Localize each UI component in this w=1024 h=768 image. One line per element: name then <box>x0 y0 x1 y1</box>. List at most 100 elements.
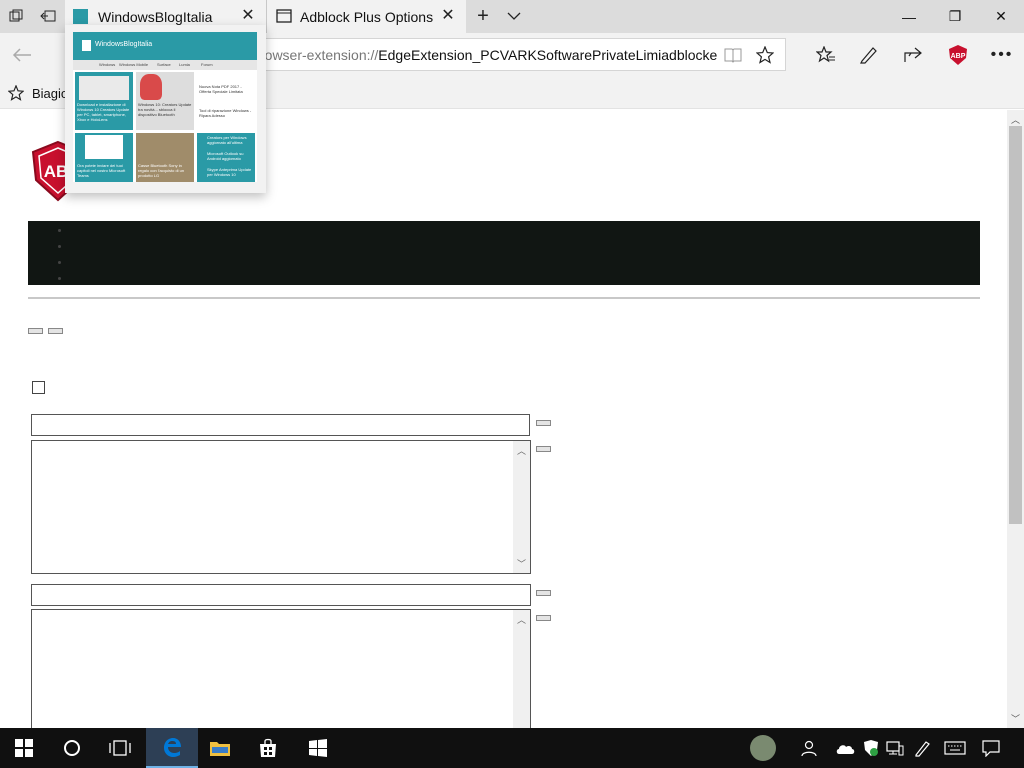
web-note-pen-icon[interactable] <box>858 44 880 66</box>
task-view-icon[interactable] <box>96 728 144 768</box>
restore-button[interactable]: ❐ <box>932 0 978 33</box>
preview-site-header: WindowsBlogItalia <box>73 32 257 60</box>
whitelist-input[interactable] <box>31 584 531 606</box>
tabs-aside-icon[interactable] <box>5 6 27 26</box>
remove-filter-button[interactable] <box>536 446 551 452</box>
close-tab-icon[interactable]: ✕ <box>240 8 256 24</box>
share-icon[interactable] <box>902 44 924 66</box>
preview-card-image <box>85 135 123 159</box>
touch-keyboard-icon[interactable] <box>944 738 966 758</box>
network-icon[interactable] <box>885 738 905 758</box>
add-whitelist-button[interactable] <box>536 590 551 596</box>
windows-ink-pen-icon[interactable] <box>913 738 933 758</box>
preview-menu: Windows Windows Mobile Surface Lumia For… <box>73 60 257 70</box>
scroll-thumb[interactable] <box>1009 126 1022 524</box>
preview-card: Creators per Windows aggiornato all'ulti… <box>197 133 255 182</box>
svg-text:ABP: ABP <box>951 53 966 60</box>
back-arrow-icon[interactable] <box>11 44 33 66</box>
preview-card: Download e installazione di Windows 10 C… <box>75 72 133 130</box>
set-tabs-aside-icon[interactable] <box>37 6 59 26</box>
windowsblogitalia-favicon <box>73 9 88 24</box>
remove-whitelist-button[interactable] <box>536 615 551 621</box>
scroll-down-icon[interactable]: ﹀ <box>517 557 526 570</box>
preview-card-text: Nuova Nota PDF 2017 - Offerta Speciale L… <box>199 84 243 94</box>
filter-input[interactable] <box>31 414 530 436</box>
page-content: AB ︿ ﹀ ︿ <box>0 110 1007 728</box>
more-options-icon[interactable]: ••• <box>991 44 1013 66</box>
favorite-star-small-icon <box>5 82 27 104</box>
tab-adblock-plus-options[interactable]: Adblock Plus Options ✕ <box>266 0 466 33</box>
action-center-icon[interactable] <box>981 738 1001 758</box>
scroll-up-icon[interactable]: ︿ <box>517 613 526 626</box>
edge-icon[interactable] <box>146 728 198 768</box>
store-icon[interactable] <box>244 728 292 768</box>
preview-card-text: Creators per Windows aggiornato all'ulti… <box>207 135 247 145</box>
address-scheme: rowser-extension:// <box>260 47 379 63</box>
textarea-scrollbar[interactable]: ︿ ﹀ <box>513 441 530 573</box>
option-checkbox[interactable] <box>32 381 45 394</box>
tab-title: WindowsBlogItalia <box>98 9 213 25</box>
preview-menu-item: Windows <box>99 62 116 67</box>
scroll-down-icon[interactable]: ﹀ <box>1011 712 1020 725</box>
onedrive-cloud-icon[interactable] <box>835 738 855 758</box>
windows-logo-icon[interactable] <box>294 728 342 768</box>
nav-list-bullet[interactable] <box>58 229 61 232</box>
tab-preview-thumbnail: WindowsBlogItalia Windows Windows Mobile… <box>73 32 257 182</box>
preview-card: Windows 10: Creators Update tra novità..… <box>136 72 194 130</box>
tab-title: Adblock Plus Options <box>300 9 434 25</box>
preview-card: Ora potete inviare dei tuoi capitoli nel… <box>75 133 133 182</box>
add-filter-button[interactable] <box>536 420 551 426</box>
preview-menu-item: Windows Mobile <box>119 62 149 67</box>
address-bar[interactable]: rowser-extension://EdgeExtension_PCVARKS… <box>256 38 786 71</box>
close-tab-icon[interactable]: ✕ <box>440 8 456 24</box>
preview-card: Nuova Nota PDF 2017 - Offerta Speciale L… <box>197 72 255 130</box>
preview-menu-item: Forum <box>201 62 213 67</box>
tab-preview-flyout[interactable]: WindowsBlogItalia Windows Windows Mobile… <box>65 25 266 193</box>
nav-list-bullet[interactable] <box>58 261 61 264</box>
site-logo-icon <box>82 40 91 51</box>
favorites-hub-icon[interactable] <box>815 44 837 66</box>
preview-card-text: Ora potete inviare dei tuoi capitoli nel… <box>77 163 126 178</box>
favorite-star-icon[interactable] <box>754 44 776 66</box>
preview-card-text: Microsoft Outlook su Android aggiornato <box>207 151 244 161</box>
preview-card-text: Download e installazione di Windows 10 C… <box>77 102 130 122</box>
adblock-extension-icon[interactable]: ABP <box>947 44 969 66</box>
favorite-item[interactable]: Biagio <box>32 86 68 101</box>
filter-list-textarea[interactable]: ︿ ﹀ <box>31 440 531 574</box>
preview-menu-item: Surface <box>157 62 171 67</box>
windows-taskbar <box>0 728 1024 768</box>
preview-card-text: Tool di riparazione Windows - Ripara Ade… <box>199 108 252 118</box>
page-scrollbar[interactable]: ︿ ﹀ <box>1007 110 1024 728</box>
new-tab-icon[interactable]: + <box>472 5 494 27</box>
preview-site-title: WindowsBlogItalia <box>95 41 153 48</box>
address-path: EdgeExtension_PCVARKSoftwarePrivateLimia… <box>378 47 718 63</box>
nav-list-bullet[interactable] <box>58 245 61 248</box>
windows-defender-icon[interactable] <box>861 738 881 758</box>
close-window-button[interactable]: ✕ <box>978 0 1024 33</box>
scroll-up-icon[interactable]: ︿ <box>517 444 526 457</box>
minimize-button[interactable]: — <box>886 0 932 33</box>
cortana-icon[interactable] <box>48 728 96 768</box>
options-nav-bar <box>28 221 980 285</box>
preview-card-text: Windows 10: Creators Update tra novità..… <box>138 102 192 117</box>
scroll-up-icon[interactable]: ︿ <box>1011 113 1020 126</box>
preview-card-text: Skype Anteprima Update per Windows 10 <box>207 167 252 177</box>
nav-list-bullet[interactable] <box>58 277 61 280</box>
preview-card-image <box>79 76 129 100</box>
preview-card-text: Casse Bluetooth Sony in regalo con l'acq… <box>138 163 185 178</box>
user-avatar[interactable] <box>750 735 776 761</box>
preview-card-image <box>140 74 162 100</box>
file-explorer-icon[interactable] <box>196 728 244 768</box>
address-text[interactable]: rowser-extension://EdgeExtension_PCVARKS… <box>260 47 718 63</box>
reading-view-icon[interactable] <box>722 44 744 66</box>
whitelist-textarea[interactable]: ︿ <box>31 609 531 728</box>
empty-button[interactable] <box>48 328 63 334</box>
preview-menu-item: Lumia <box>179 62 190 67</box>
windows-start-icon[interactable] <box>0 728 48 768</box>
people-icon[interactable] <box>800 738 820 758</box>
empty-button[interactable] <box>28 328 43 334</box>
preview-card: Casse Bluetooth Sony in regalo con l'acq… <box>136 133 194 182</box>
page-icon <box>276 9 292 26</box>
tab-list-chevron-icon[interactable] <box>503 6 525 26</box>
textarea-scrollbar[interactable]: ︿ <box>513 610 530 728</box>
